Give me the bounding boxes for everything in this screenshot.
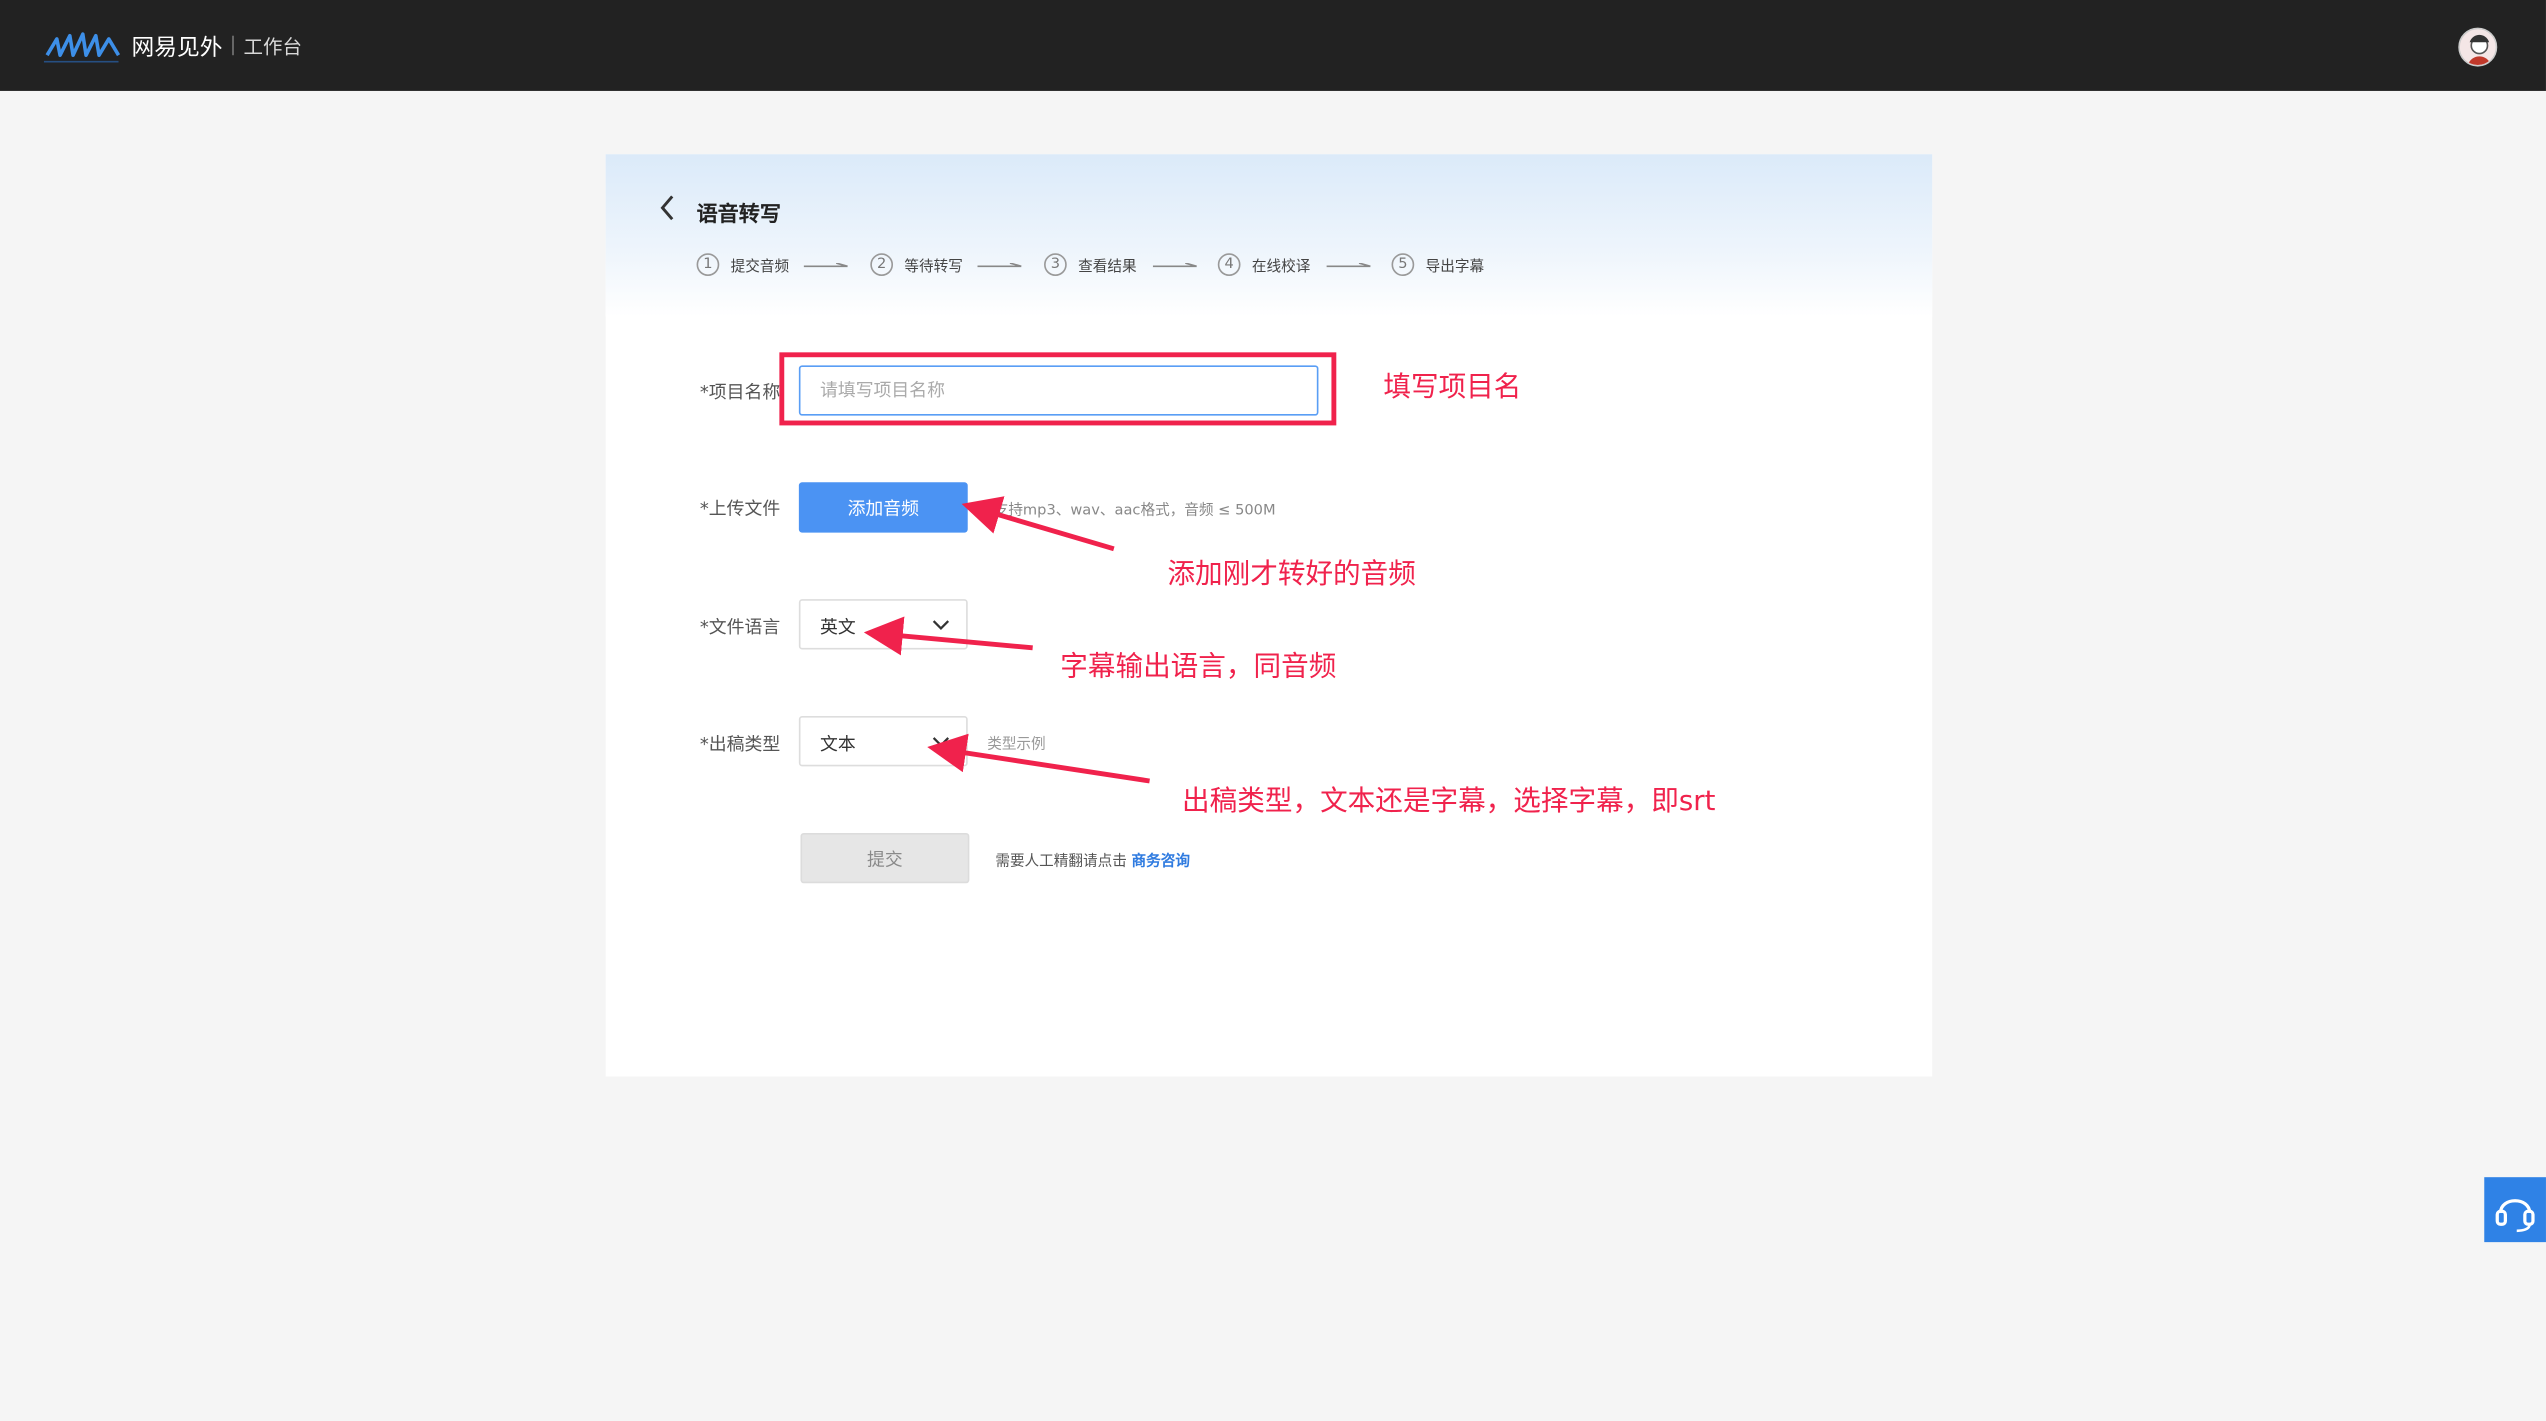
step-label: 导出字幕 [1425, 258, 1485, 276]
annotation-name: 填写项目名 [1383, 371, 1522, 405]
step-number: 4 [1217, 253, 1241, 277]
step-5: 5 导出字幕 [1391, 252, 1485, 278]
headset-icon [2495, 1199, 2535, 1233]
brand-divider [232, 35, 234, 56]
add-audio-button[interactable]: 添加音频 [798, 482, 968, 533]
language-select[interactable]: 英文 [798, 599, 968, 650]
chevron-down-icon [932, 620, 950, 630]
output-type-select[interactable]: 文本 [798, 716, 968, 767]
avatar[interactable] [2458, 27, 2498, 67]
step-label: 查看结果 [1078, 258, 1137, 276]
card-header: 语音转写 1 提交音频 2 等待转写 3 查看结果 4 在线校译 5 导出字幕 [605, 154, 1933, 317]
file-language-label: *文件语言 [699, 617, 781, 639]
page-title: 语音转写 [696, 202, 782, 228]
type-example-link[interactable]: 类型示例 [987, 732, 1045, 753]
upload-file-label: *上传文件 [699, 498, 781, 520]
consult-text: 需要人工精翻请点击 [995, 854, 1127, 871]
step-arrow-icon [803, 263, 848, 268]
chevron-down-icon [932, 737, 950, 747]
step-3: 3 查看结果 [1044, 252, 1137, 278]
submit-button[interactable]: 提交 [800, 832, 970, 884]
customer-support-button[interactable] [2484, 1177, 2546, 1243]
step-label: 等待转写 [904, 258, 963, 276]
business-consult-link[interactable]: 商务咨询 [1132, 854, 1190, 870]
step-number: 3 [1044, 253, 1067, 277]
brand-name[interactable]: 网易见外 [132, 31, 223, 63]
step-arrow-icon [1152, 263, 1197, 268]
annotation-highlight-box [779, 352, 1337, 426]
netease-jianwai-logo-icon[interactable] [43, 29, 122, 65]
workspace-link[interactable]: 工作台 [244, 32, 302, 60]
step-arrow-icon [1326, 263, 1371, 268]
step-number: 1 [696, 253, 720, 277]
consult-hint: 需要人工精翻请点击 商务咨询 [995, 849, 1190, 870]
step-2: 2 等待转写 [870, 252, 963, 278]
step-number: 5 [1391, 253, 1415, 277]
upload-format-hint: 支持mp3、wav、aac格式，音频 ≤ 500M [993, 503, 1276, 520]
annotation-language: 字幕输出语言，同音频 [1060, 651, 1337, 684]
annotation-upload: 添加刚才转好的音频 [1167, 558, 1416, 592]
step-label: 提交音频 [730, 258, 790, 276]
output-type-selected-value: 文本 [819, 733, 856, 756]
step-arrow-icon [977, 263, 1022, 268]
step-1: 1 提交音频 [696, 252, 790, 278]
annotation-output: 出稿类型，文本还是字幕，选择字幕，即srt [1182, 785, 1716, 819]
back-arrow-icon[interactable] [658, 193, 677, 222]
step-label: 在线校译 [1251, 258, 1311, 276]
output-type-label: *出稿类型 [699, 733, 781, 756]
step-4: 4 在线校译 [1217, 252, 1311, 278]
language-selected-value: 英文 [819, 617, 856, 639]
project-name-label: *项目名称 [699, 381, 781, 403]
top-bar: 网易见外 工作台 [0, 0, 2546, 91]
user-avatar-icon [2459, 29, 2496, 65]
step-number: 2 [870, 253, 894, 277]
